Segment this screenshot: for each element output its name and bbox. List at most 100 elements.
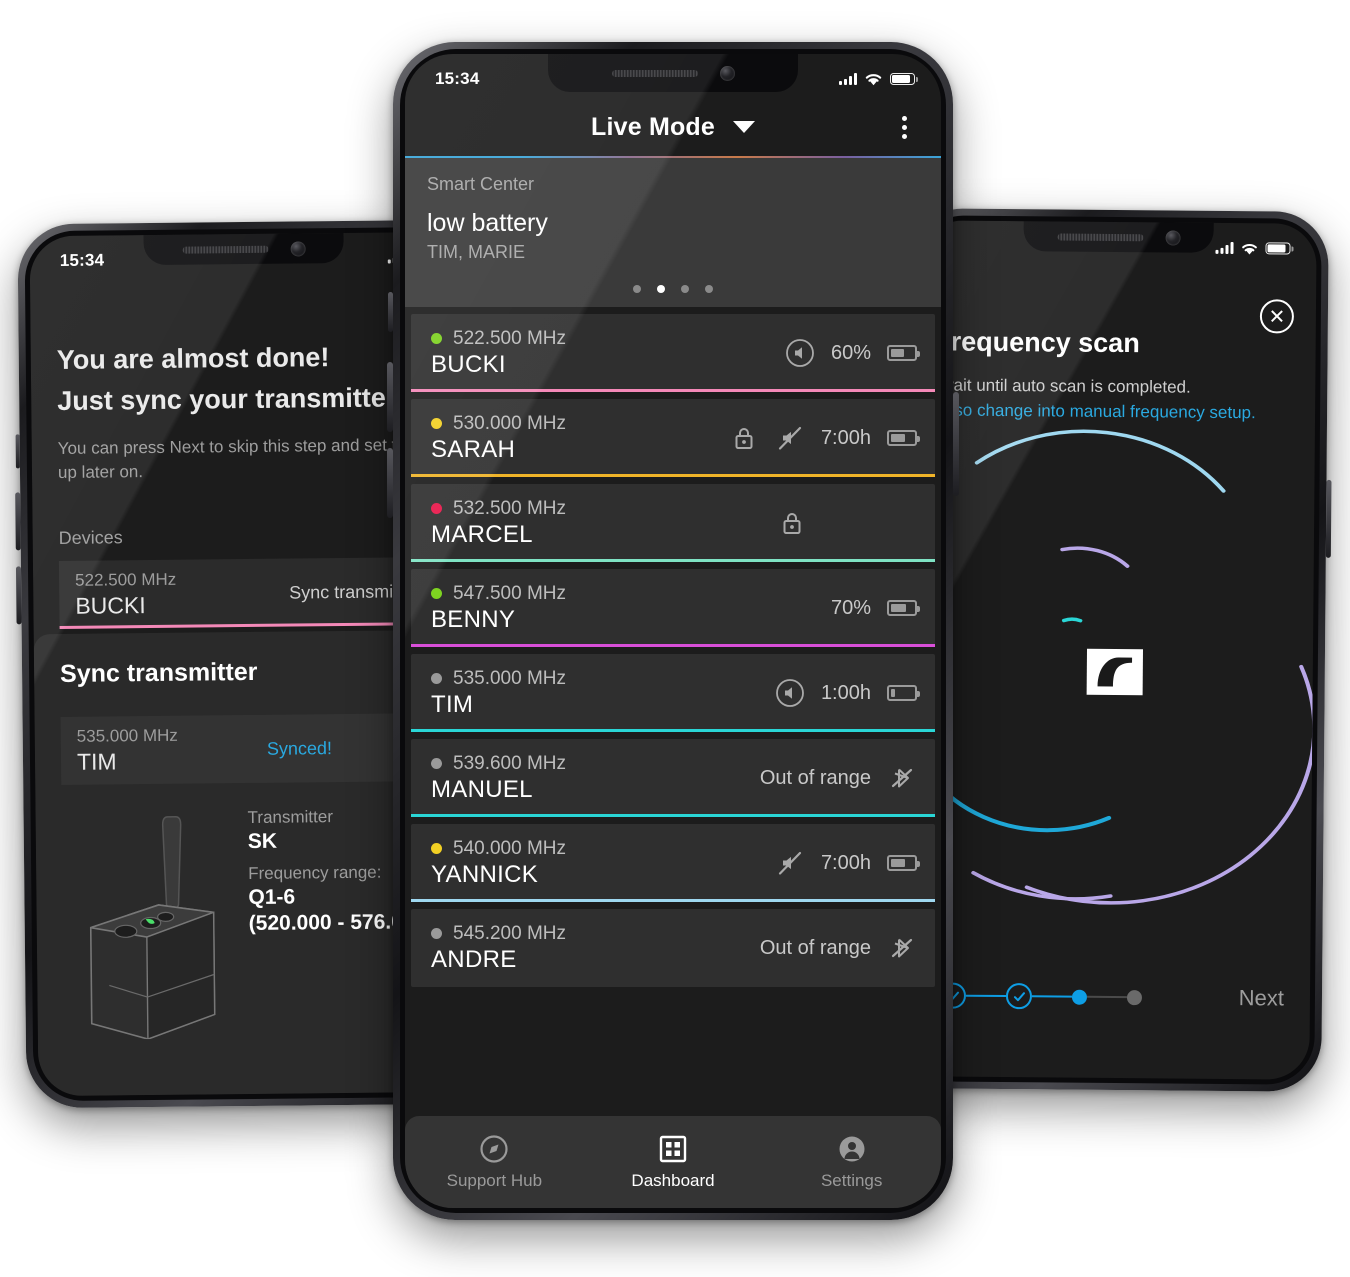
lock-icon[interactable] [729,423,759,453]
tab-settings[interactable]: Settings [762,1134,941,1191]
device-list[interactable]: 522.500 MHz BUCKI 60% 530.000 MHz SARAH … [405,307,941,1116]
center-phone-dashboard: 15:34 Live Mode Smart Center low battery… [387,42,959,1220]
scan-body-1: wait until auto scan is completed. [941,375,1191,397]
smart-center-label: Smart Center [427,174,535,194]
device-accent-bar [411,559,935,562]
compass-icon [479,1134,509,1164]
sheet-device-row[interactable]: 535.000 MHz TIM Synced! [60,713,438,785]
smart-center-subtitle: TIM, MARIE [427,242,525,262]
device-frequency: 545.200 MHz [453,922,567,944]
battery-runtime: 1:00h [820,681,871,704]
device-frequency: 540.000 MHz [453,837,567,859]
bottom-tab-bar[interactable]: Support Hub Dashboard Settings [405,1116,941,1208]
table-row[interactable]: 532.500 MHz MARCEL [411,484,935,562]
carousel-dot[interactable] [705,285,713,293]
volume-down-button[interactable] [387,448,393,518]
right-phone-frequency-scan: 15:34 ✕ frequency scan wait until auto s… [901,208,1332,1092]
table-row[interactable]: 540.000 MHz YANNICK 7:00h [411,824,935,902]
speaker-muted-icon[interactable] [775,423,805,453]
table-row[interactable]: 535.000 MHz TIM 1:00h [411,654,935,732]
power-button[interactable] [953,392,959,496]
status-dot [431,673,442,684]
step-connector [965,994,1006,998]
synced-status: Synced! [266,737,333,759]
devices-section-label: Devices [58,527,123,549]
carousel-dot[interactable] [681,285,689,293]
table-row[interactable]: 539.600 MHz MANUEL Out of range [411,739,935,817]
device-accent-bar [411,644,935,647]
cellular-bars-icon [1215,241,1234,255]
step-completed-2[interactable] [1005,983,1033,1010]
speaker-muted-icon[interactable] [775,848,805,878]
status-dot [431,333,442,344]
wifi-icon [1242,243,1257,255]
mute-switch[interactable] [388,292,393,332]
sennheiser-logo [1086,648,1144,696]
tab-support-hub[interactable]: Support Hub [405,1134,584,1191]
device-frequency: 522.500 MHz [75,569,177,590]
bodypack-transmitter-illustration [48,808,240,1041]
grid-icon [658,1134,688,1164]
step-upcoming[interactable] [1126,989,1143,1005]
status-time: 15:34 [59,250,105,270]
carousel-dot[interactable] [633,285,641,293]
close-icon[interactable]: ✕ [1259,299,1295,334]
cellular-bars-icon [839,73,857,85]
table-row[interactable]: 530.000 MHz SARAH 7:00h [411,399,935,477]
device-name: TIM [76,747,117,775]
device-frequency: 530.000 MHz [453,412,567,434]
battery-icon [890,73,918,85]
carousel-dots[interactable] [427,285,919,299]
scan-animation [913,420,1317,923]
out-of-range-status: Out of range [759,766,871,789]
device-accent-bar [411,474,935,477]
step-connector-inactive [1086,995,1127,999]
device-name: MARCEL [431,520,533,548]
volume-up-button[interactable] [387,362,393,432]
left-body-2: up later on. [57,461,144,482]
carousel-dot-active[interactable] [657,285,665,293]
device-frequency: 547.500 MHz [453,582,567,604]
kebab-menu-icon[interactable] [902,115,907,139]
tab-label: Support Hub [446,1170,543,1190]
power-button[interactable] [1325,479,1332,558]
speaker-on-circle-icon[interactable] [785,338,815,368]
tab-dashboard[interactable]: Dashboard [584,1134,763,1191]
battery-runtime: 7:00h [820,851,871,874]
speaker-on-circle-icon[interactable] [775,678,805,708]
battery-icon [887,430,920,446]
device-name: BENNY [431,605,516,633]
chevron-down-icon[interactable] [733,121,756,133]
next-button[interactable]: Next [1239,985,1284,1011]
device-frequency: 535.000 MHz [453,667,567,689]
volume-down-button[interactable] [15,566,22,625]
status-dot [431,758,442,769]
bluetooth-off-icon [887,763,917,793]
battery-icon [1265,242,1291,255]
manual-setup-link[interactable]: also change into manual frequency setup. [941,400,1256,423]
smart-center-title: low battery [427,209,548,237]
mute-switch[interactable] [15,434,20,469]
table-row[interactable]: 522.500 MHz BUCKI 60% [411,314,935,392]
onboarding-stepper: Next [914,982,1310,1011]
status-time: 15:34 [435,69,480,88]
status-icons [839,71,918,87]
battery-runtime: 7:00h [820,426,871,449]
device-name: MANUEL [431,775,533,803]
left-device-row[interactable]: 522.500 MHz BUCKI Sync transmitter [58,557,436,630]
volume-up-button[interactable] [15,492,21,551]
mode-title: Live Mode [590,112,716,141]
lock-icon[interactable] [777,508,807,538]
step-current[interactable] [1071,989,1088,1005]
table-row[interactable]: 547.500 MHz BENNY 70% [411,569,935,647]
battery-icon [887,855,920,871]
three-phone-showcase: 15:34 You are almost done! Just sync you… [0,0,1350,1277]
center-screen: 15:34 Live Mode Smart Center low battery… [405,54,941,1208]
status-dot [431,418,442,429]
device-accent-bar [59,622,436,630]
smart-center-card[interactable]: Smart Center low battery TIM, MARIE [405,158,941,307]
battery-icon [887,345,920,361]
table-row[interactable]: 545.200 MHz ANDRE Out of range [411,909,935,987]
device-name: BUCKI [431,350,506,378]
device-accent-bar [411,899,935,902]
